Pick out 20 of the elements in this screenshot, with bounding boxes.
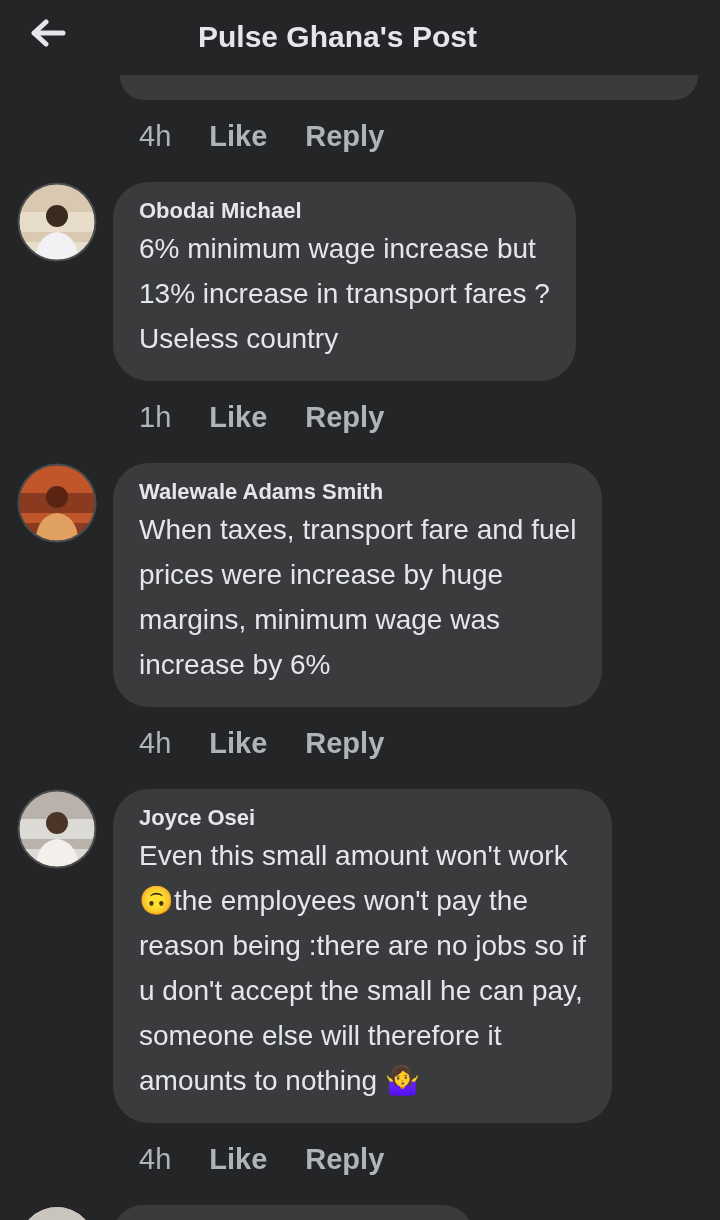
reply-link[interactable]: Reply bbox=[305, 1142, 385, 1176]
comment-text: Even this small amount won't work 🙃the employees won't pay the reason being :there are no jobs so if u don't accept the small he can pay, someone else will therefore it amounts to nothing 🤷‍♀ bbox=[139, 839, 586, 1098]
reply-link[interactable]: Reply bbox=[305, 400, 385, 434]
comment-text: 6% minimum wage increase but 13% increase in transport fares ? Useless country bbox=[139, 232, 550, 356]
commenter-name[interactable]: Joyce Osei bbox=[139, 803, 586, 833]
like-link[interactable]: Like bbox=[209, 1142, 268, 1176]
comment-text: When taxes, transport fare and fuel prices were increase by huge margins, minimum wage was increase by 6% bbox=[139, 513, 577, 682]
comment-time: 4h bbox=[139, 726, 172, 760]
like-link[interactable]: Like bbox=[209, 726, 268, 760]
back-arrow-icon[interactable] bbox=[30, 18, 66, 47]
like-link[interactable]: Like bbox=[209, 400, 268, 434]
comment-time: 1h bbox=[139, 400, 172, 434]
commenter-name[interactable]: Obodai Michael bbox=[139, 196, 550, 226]
comment-time: 4h bbox=[139, 1142, 172, 1176]
reply-link[interactable]: Reply bbox=[305, 726, 385, 760]
like-link[interactable]: Like bbox=[209, 119, 268, 153]
reply-link[interactable]: Reply bbox=[305, 119, 385, 153]
page-title: Pulse Ghana's Post bbox=[198, 19, 477, 54]
commenter-name[interactable]: Walewale Adams Smith bbox=[139, 477, 577, 507]
comment-time: 4h bbox=[139, 119, 172, 153]
